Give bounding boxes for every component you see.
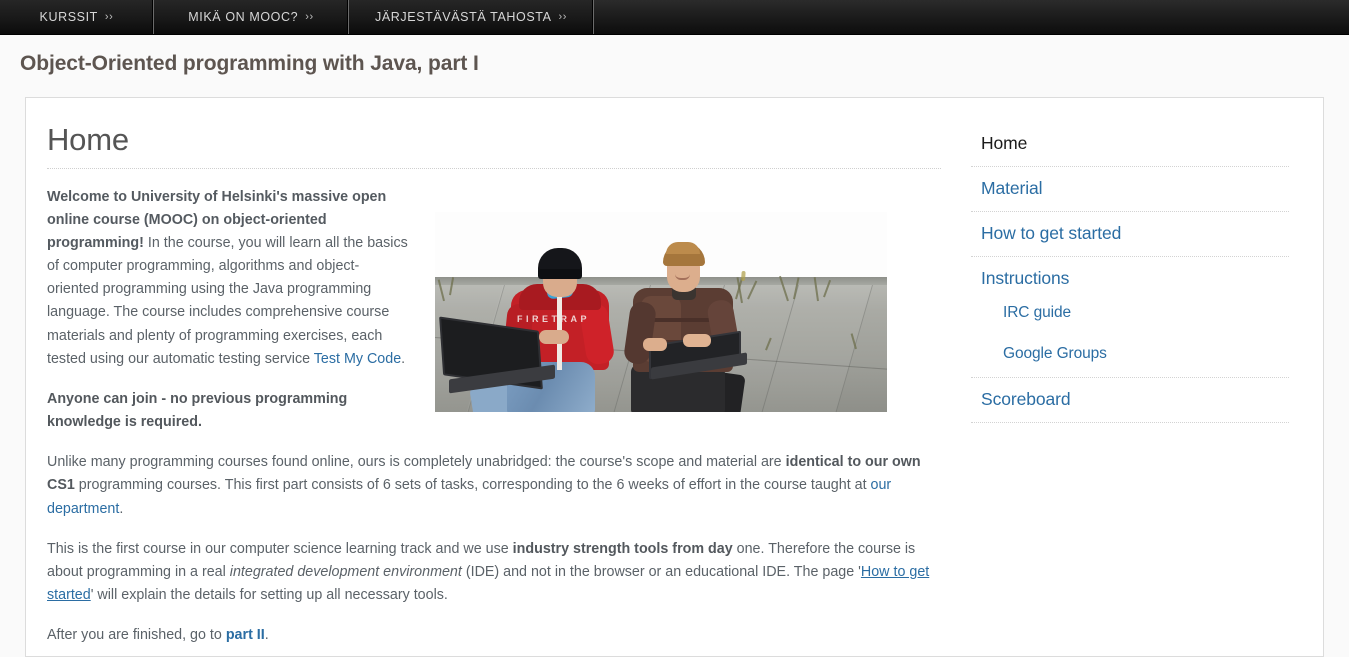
sidebar-item-irc-guide[interactable]: IRC guide xyxy=(971,293,1289,334)
nav-item-mika-on-mooc-label: MIKÄ ON MOOC? xyxy=(188,10,299,24)
sidebar-item-material[interactable]: Material xyxy=(971,167,1289,212)
left-student-hands xyxy=(539,329,569,344)
part-ii-link[interactable]: part II xyxy=(226,627,265,643)
part-two-paragraph: After you are finished, go to part II. xyxy=(47,627,269,644)
nav-item-kurssit-label: KURSSIT xyxy=(39,10,98,24)
hero-photo-wrapper: FIRETRAP xyxy=(435,211,887,412)
chevron-right-icon: ›› xyxy=(104,11,114,23)
content-body: Welcome to University of Helsinki's mass… xyxy=(47,186,941,648)
anyone-can-join-paragraph: Anyone can join - no previous programmin… xyxy=(47,390,348,431)
sidebar-item-instructions[interactable]: Instructions xyxy=(971,257,1289,293)
top-navigation-bar: KURSSIT ›› MIKÄ ON MOOC? ›› JÄRJESTÄVÄST… xyxy=(0,0,1349,35)
intro-row: Welcome to University of Helsinki's mass… xyxy=(47,186,941,452)
sidebar-column: Home Material How to get started Instruc… xyxy=(941,98,1323,656)
main-content-card: Home Welcome to University of Helsinki's… xyxy=(25,97,1324,657)
unabridged-paragraph: Unlike many programming courses found on… xyxy=(47,454,921,517)
section-heading: Home xyxy=(47,122,129,157)
chevron-right-icon: ›› xyxy=(305,11,314,23)
beanie-brim xyxy=(538,268,582,279)
wide-text-block: Unlike many programming courses found on… xyxy=(47,451,941,647)
learning-track-paragraph: This is the first course in our computer… xyxy=(47,540,930,603)
right-student-hand-right xyxy=(683,333,711,347)
nav-item-jarjestavasta-tahosta[interactable]: JÄRJESTÄVÄSTÄ TAHOSTA ›› xyxy=(349,0,595,34)
intro-bold-prefix: Welcome to xyxy=(47,188,131,205)
sidebar-item-home: Home xyxy=(971,122,1289,167)
nav-item-mika-on-mooc[interactable]: MIKÄ ON MOOC? ›› xyxy=(154,0,349,34)
sidebar-item-how-to-get-started[interactable]: How to get started xyxy=(971,212,1289,257)
university-of-helsinki-link[interactable]: University of Helsinki's xyxy=(131,189,288,205)
nav-item-kurssit[interactable]: KURSSIT ›› xyxy=(0,0,154,34)
page-title: Object-Oriented programming with Java, p… xyxy=(20,52,479,75)
content-column: Home Welcome to University of Helsinki's… xyxy=(26,98,941,656)
right-student-hair-highlight xyxy=(666,241,700,254)
right-student-hand-left xyxy=(643,337,667,351)
sidebar-nav-list: Home Material How to get started Instruc… xyxy=(971,122,1289,423)
test-my-code-link[interactable]: Test My Code xyxy=(314,351,401,367)
chevron-right-icon: ›› xyxy=(558,11,568,23)
grass-tuft xyxy=(741,270,746,281)
intro-rest-text: In the course, you will learn all the ba… xyxy=(47,234,408,367)
industry-tools-bold: industry strength tools from day xyxy=(512,540,733,557)
intro-paragraph: Welcome to University of Helsinki's mass… xyxy=(47,186,409,371)
intro-period: . xyxy=(401,350,406,367)
sidebar-item-scoreboard[interactable]: Scoreboard xyxy=(971,378,1289,423)
ide-italic: integrated development environment xyxy=(229,563,462,580)
heading-divider xyxy=(47,167,941,169)
nav-item-jarjestavasta-tahosta-label: JÄRJESTÄVÄSTÄ TAHOSTA xyxy=(375,10,552,24)
photo-pavement-edge xyxy=(435,276,887,285)
students-with-laptops-photo: FIRETRAP xyxy=(435,211,887,412)
intro-text-block: Welcome to University of Helsinki's mass… xyxy=(47,186,419,452)
sidebar-item-google-groups[interactable]: Google Groups xyxy=(971,334,1289,378)
